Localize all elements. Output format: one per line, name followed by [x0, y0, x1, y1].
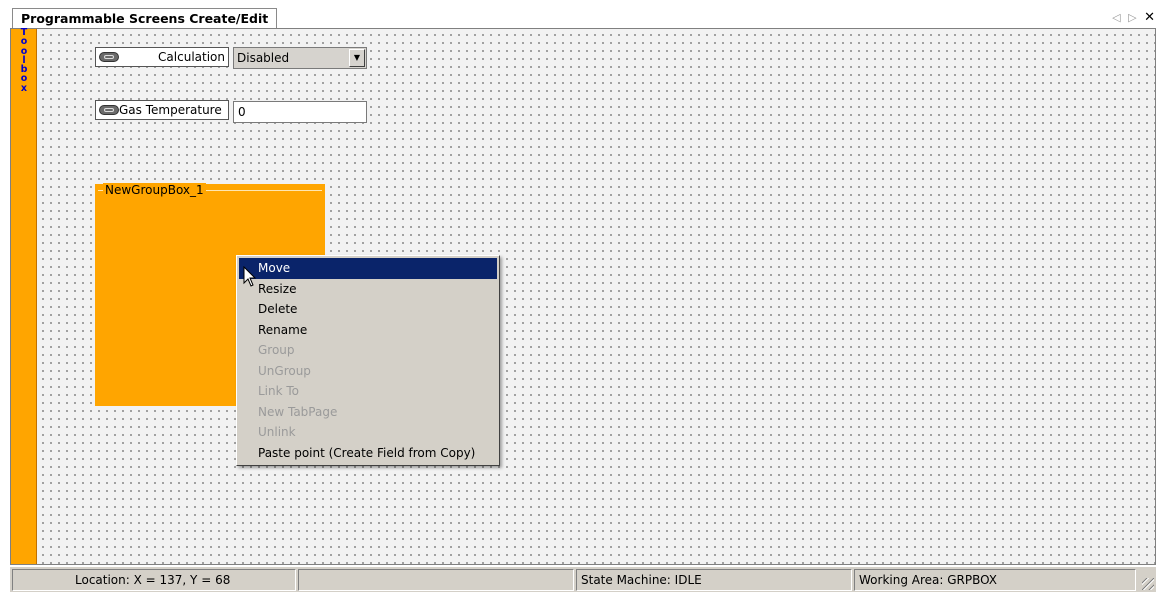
chevron-down-icon[interactable]: ▼ — [349, 49, 365, 67]
gas-temperature-field-label[interactable]: Gas Temperature — [95, 100, 229, 120]
mouse-cursor-icon — [243, 266, 257, 287]
calculation-field-label[interactable]: Calculation — [95, 47, 229, 67]
menu-item-ungroup: UnGroup — [258, 363, 311, 378]
design-canvas[interactable]: Calculation Disabled ▼ Gas Temperature 0… — [37, 29, 1155, 564]
close-tab-icon[interactable]: ✕ — [1144, 10, 1155, 25]
status-bar: Location: X = 137, Y = 68 State Machine:… — [10, 566, 1156, 592]
menu-item-group: Group — [258, 343, 295, 357]
group-box-title: NewGroupBox_1 — [103, 183, 206, 197]
menu-item-paste-point[interactable]: Paste point (Create Field from Copy) — [239, 443, 497, 464]
menu-item-move[interactable]: Move — [239, 258, 497, 279]
status-working-area: Working Area: GRPBOX — [854, 569, 1136, 591]
chain-link-icon — [99, 52, 119, 62]
tab-strip: Programmable Screens Create/Edit ◁ ▷ ✕ — [0, 0, 1163, 29]
tab-scroll-left-icon[interactable]: ◁ — [1112, 11, 1120, 24]
calculation-select[interactable]: Disabled ▼ — [233, 47, 367, 69]
menu-item-rename[interactable]: Rename — [239, 320, 497, 341]
menu-item-delete[interactable]: Delete — [239, 299, 497, 320]
status-location: Location: X = 137, Y = 68 — [12, 569, 296, 591]
menu-item-link-to: Link To — [258, 384, 300, 398]
menu-item-unlink: Unlink — [258, 425, 296, 439]
toolbox-panel[interactable]: T o o l b o x — [11, 27, 37, 564]
status-blank — [298, 569, 574, 591]
gas-temperature-input[interactable]: 0 — [233, 101, 367, 123]
resize-grip-icon[interactable] — [1142, 578, 1154, 590]
tab-controls: ◁ ▷ ✕ — [1108, 10, 1155, 25]
tab-scroll-right-icon[interactable]: ▷ — [1128, 11, 1136, 24]
context-menu: Move Resize Delete Rename Group UnGroup … — [236, 255, 500, 466]
menu-item-resize[interactable]: Resize — [239, 279, 497, 300]
calculation-select-value: Disabled — [237, 51, 290, 65]
designer-frame: T o o l b o x Calculation Disabled ▼ Gas… — [10, 28, 1156, 565]
gas-temperature-label-text: Gas Temperature — [119, 103, 222, 117]
calculation-label-text: Calculation — [158, 50, 225, 64]
status-state-machine: State Machine: IDLE — [576, 569, 852, 591]
toolbox-label: T o o l b o x — [20, 27, 28, 94]
chain-link-icon — [99, 105, 119, 115]
tab-programmable-screens[interactable]: Programmable Screens Create/Edit — [12, 8, 278, 28]
menu-item-new-tabpage: New TabPage — [258, 404, 338, 419]
